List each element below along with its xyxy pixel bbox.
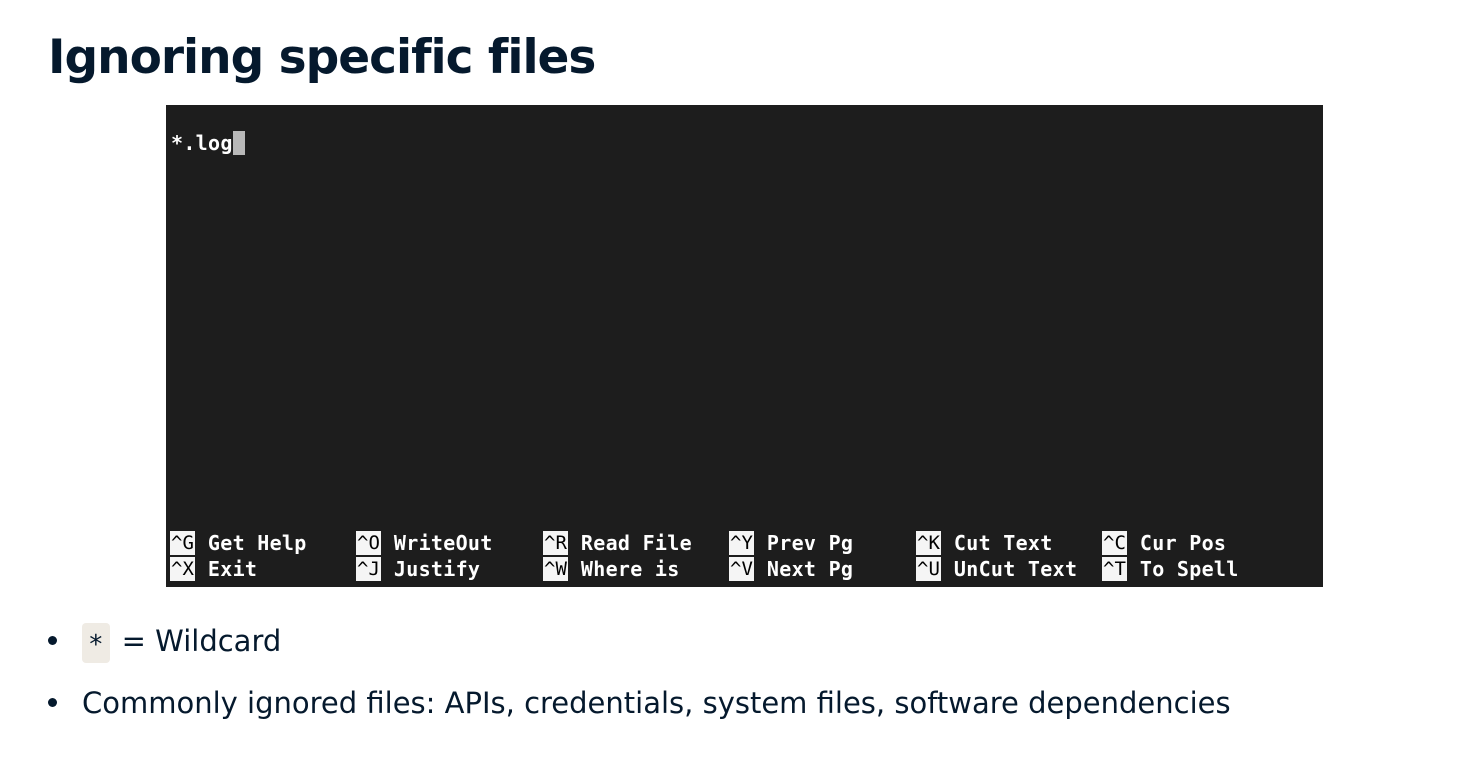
shortcut-key: ^V	[729, 557, 754, 581]
shortcut-key: ^T	[1102, 557, 1127, 581]
text-cursor	[232, 131, 245, 155]
shortcut-to-spell[interactable]: ^T To Spell	[1102, 556, 1239, 582]
shortcut-label: Next Pg	[766, 557, 854, 581]
shortcut-read-file[interactable]: ^R Read File	[543, 530, 692, 556]
shortcut-label: Read File	[580, 531, 692, 555]
bullet-dot-icon	[48, 636, 57, 645]
shortcut-key: ^K	[916, 531, 941, 555]
shortcut-where-is[interactable]: ^W Where is	[543, 556, 680, 582]
shortcut-next-page[interactable]: ^V Next Pg	[729, 556, 853, 582]
shortcut-key: ^Y	[729, 531, 754, 555]
shortcut-label: UnCut Text	[953, 557, 1078, 581]
shortcut-label: Justify	[393, 557, 481, 581]
shortcut-uncut-text[interactable]: ^U UnCut Text	[916, 556, 1077, 582]
shortcut-exit[interactable]: ^X Exit	[170, 556, 257, 582]
shortcut-label: WriteOut	[393, 531, 493, 555]
shortcut-label: Prev Pg	[766, 531, 854, 555]
bullet-wildcard: * = Wildcard	[48, 612, 1231, 674]
shortcut-justify[interactable]: ^J Justify	[356, 556, 480, 582]
shortcut-key: ^O	[356, 531, 381, 555]
shortcut-label: Exit	[207, 557, 258, 581]
bullet-list: * = Wildcard Commonly ignored files: APIs…	[48, 612, 1231, 736]
shortcut-label: Get Help	[207, 531, 307, 555]
bullet-common-ignored: Commonly ignored files: APIs, credential…	[48, 674, 1231, 736]
shortcut-label: Cur Pos	[1139, 531, 1227, 555]
shortcut-prev-page[interactable]: ^Y Prev Pg	[729, 530, 853, 556]
shortcut-key: ^X	[170, 557, 195, 581]
shortcut-get-help[interactable]: ^G Get Help	[170, 530, 307, 556]
shortcut-cur-pos[interactable]: ^C Cur Pos	[1102, 530, 1226, 556]
shortcut-label: Where is	[580, 557, 680, 581]
shortcut-key: ^U	[916, 557, 941, 581]
shortcut-label: Cut Text	[953, 531, 1053, 555]
shortcut-key: ^W	[543, 557, 568, 581]
shortcut-cut-text[interactable]: ^K Cut Text	[916, 530, 1053, 556]
shortcut-key: ^G	[170, 531, 195, 555]
shortcut-writeout[interactable]: ^O WriteOut	[356, 530, 493, 556]
shortcut-key: ^R	[543, 531, 568, 555]
bullet-text: = Wildcard	[121, 624, 282, 658]
editor-text-line[interactable]: *.log	[171, 131, 245, 155]
shortcut-key: ^C	[1102, 531, 1127, 555]
bullet-dot-icon	[48, 698, 57, 707]
nano-editor-window[interactable]: *.log ^G Get Help ^O WriteOut ^R Read File …	[166, 105, 1323, 587]
inline-code-asterisk: *	[82, 623, 110, 663]
bullet-text: Commonly ignored files: APIs, credential…	[82, 686, 1231, 720]
editor-line-content: *.log	[171, 131, 233, 155]
shortcut-label: To Spell	[1139, 557, 1239, 581]
shortcut-key: ^J	[356, 557, 381, 581]
slide-title: Ignoring specific files	[48, 30, 596, 85]
